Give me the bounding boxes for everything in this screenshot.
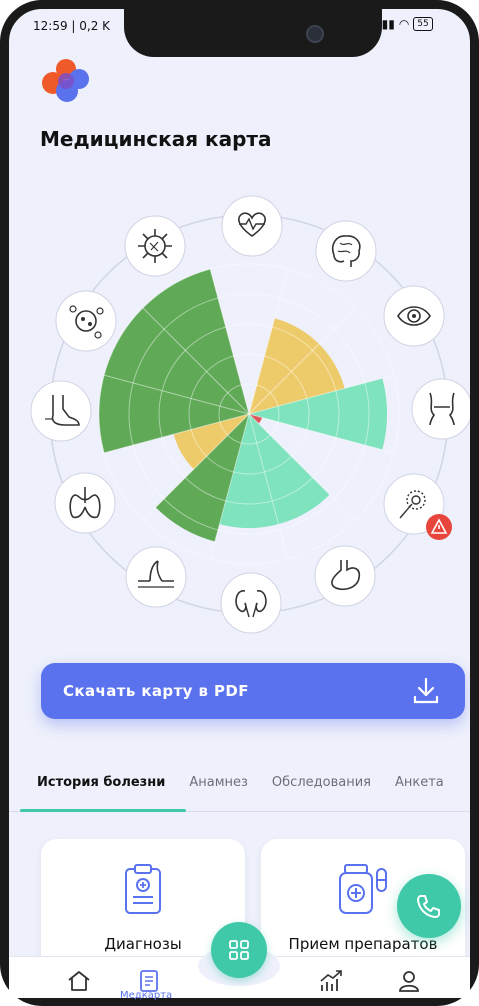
medications-label: Прием препаратов: [288, 935, 438, 953]
tab-bar: История болезни Анамнез Обследования Анк…: [9, 765, 470, 811]
brain-icon[interactable]: [315, 220, 377, 282]
stomach-icon[interactable]: [314, 545, 376, 607]
wheel-sectors: [99, 269, 388, 542]
eye-icon[interactable]: [383, 285, 445, 347]
wifi-icon: ◠: [398, 17, 410, 31]
throat-icon[interactable]: [411, 378, 472, 440]
tab-questionnaire[interactable]: Анкета: [395, 765, 444, 811]
page-title: Медицинская карта: [40, 127, 272, 151]
nav-medcard-label: Медкарта: [120, 990, 173, 1001]
profile-icon: [399, 971, 419, 992]
heart-icon[interactable]: [221, 195, 283, 257]
foot-icon[interactable]: [30, 380, 92, 442]
grid-icon: [229, 940, 249, 960]
phone-icon: [417, 895, 440, 918]
download-pdf-button[interactable]: Скачать карту в PDF: [41, 663, 465, 719]
health-wheel: [30, 195, 472, 634]
download-pdf-label: Скачать карту в PDF: [63, 682, 249, 700]
warning-icon[interactable]: [426, 514, 452, 540]
nav-stats[interactable]: [314, 966, 348, 996]
tab-examinations[interactable]: Обследования: [272, 765, 371, 811]
status-time: 12:59 | 0,2 K: [33, 19, 111, 33]
app-logo: [42, 59, 89, 102]
call-button[interactable]: [397, 874, 461, 938]
menu-grid-button[interactable]: [211, 922, 267, 978]
stats-icon: [320, 970, 342, 991]
notch: [124, 9, 382, 57]
active-tab-indicator: [20, 809, 186, 812]
phone-screen: 12:59 | 0,2 K ▮▮▮ ◠ 55 Медицинская карта: [0, 0, 479, 1006]
nav-home[interactable]: [62, 966, 96, 996]
home-icon: [68, 971, 90, 991]
lungs-icon[interactable]: [54, 472, 116, 534]
tab-history[interactable]: История болезни: [37, 765, 165, 811]
cells-icon[interactable]: [55, 290, 117, 352]
virus-icon[interactable]: [124, 215, 186, 277]
clipboard-icon: [125, 864, 161, 914]
nav-profile[interactable]: [392, 966, 426, 996]
kidneys-icon[interactable]: [220, 572, 282, 634]
medicine-icon: [339, 864, 387, 914]
battery-icon: 55: [413, 17, 433, 31]
camera: [306, 25, 324, 43]
status-icons: ▮▮▮ ◠ 55: [375, 17, 433, 31]
hair-icon[interactable]: [125, 546, 187, 608]
tab-anamnesis[interactable]: Анамнез: [189, 765, 248, 811]
download-icon: [413, 677, 439, 704]
